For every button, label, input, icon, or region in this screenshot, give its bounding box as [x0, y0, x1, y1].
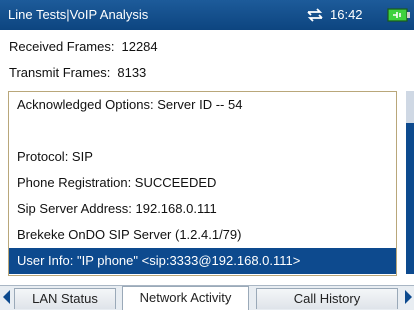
- scrollbar[interactable]: [406, 91, 414, 274]
- title-bar: Line Tests|VoIP Analysis 16:42: [0, 0, 414, 30]
- detail-row[interactable]: [9, 118, 396, 144]
- received-frames-value: 12284: [121, 39, 158, 54]
- transmit-frames-value: 8133: [117, 65, 147, 80]
- battery-plugged-icon: [387, 8, 410, 22]
- network-transfer-icon: [307, 8, 323, 22]
- detail-row[interactable]: Phone Registration: SUCCEEDED: [9, 170, 396, 196]
- detail-row[interactable]: Brekeke OnDO SIP Server (1.2.4.1/79): [9, 222, 396, 248]
- transmit-frames-line: Transmit Frames: 8133: [9, 65, 146, 80]
- scrollbar-track[interactable]: [406, 91, 414, 123]
- tab-scroll-left-icon[interactable]: [3, 290, 10, 304]
- clock: 16:42: [330, 7, 363, 22]
- detail-row[interactable]: Acknowledged Options: Server ID -- 54: [9, 92, 396, 118]
- detail-row[interactable]: Sip Server Address: 192.168.0.111: [9, 196, 396, 222]
- detail-row-selected[interactable]: User Info: "IP phone" <sip:3333@192.168.…: [9, 248, 396, 274]
- detail-row[interactable]: Protocol: SIP: [9, 144, 396, 170]
- tab-call-history[interactable]: Call History: [256, 288, 398, 309]
- received-frames-line: Received Frames: 12284: [9, 39, 158, 54]
- app-title: Line Tests|VoIP Analysis: [8, 7, 149, 22]
- received-frames-label: Received Frames:: [9, 39, 115, 54]
- transmit-frames-label: Transmit Frames:: [9, 65, 111, 80]
- tab-scroll-right-icon[interactable]: [405, 290, 412, 304]
- details-panel[interactable]: Acknowledged Options: Server ID -- 54 Pr…: [8, 91, 397, 276]
- tab-bar: LAN Status Network Activity Call History: [0, 285, 414, 310]
- tab-lan-status[interactable]: LAN Status: [14, 288, 116, 309]
- tab-network-activity[interactable]: Network Activity: [122, 286, 249, 310]
